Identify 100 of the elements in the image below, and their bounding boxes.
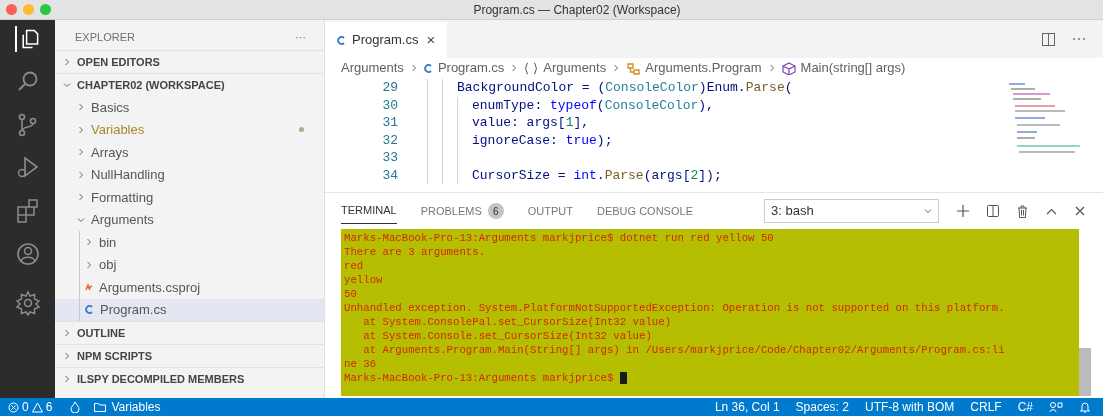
csharp-file-icon [337,35,346,45]
code-line: value: args[1], [472,114,590,132]
code-line: enumType: typeof(ConsoleColor), [472,96,714,115]
terminal-line: There are 3 arguments. [344,245,486,259]
panel-tab[interactable]: DEBUG CONSOLE [597,198,693,224]
split-terminal-icon[interactable] [987,205,999,217]
terminal-line: at Arguments.Program.Main(String[] args) in /Users/markjprice/Code/Chapter02/Arguments/Program.cs:li [362,343,1005,357]
minimize-window-button[interactable] [23,4,34,15]
chevron-right-icon[interactable] [63,375,71,383]
terminal-line: ne 36 [344,357,377,371]
chevron-right-icon[interactable] [85,238,93,247]
cube-icon [781,61,796,75]
line-number: 30 [381,96,398,115]
csharp-file-icon [85,305,94,315]
tree-item[interactable]: Basics [55,96,324,119]
class-icon [626,61,641,75]
chevron-right-icon[interactable] [767,64,776,72]
chevron-right-icon[interactable] [612,64,621,72]
sidebar-title: EXPLORER [75,29,135,45]
split-editor-icon[interactable] [1042,32,1055,46]
tree-item[interactable]: Formatting [55,186,324,209]
account-icon[interactable] [14,241,41,267]
feedback-icon[interactable] [1049,401,1063,413]
section-header[interactable]: CHAPTER02 (WORKSPACE) [55,73,324,96]
status-item[interactable]: C# [1017,398,1033,416]
section-header[interactable]: NPM SCRIPTS [55,344,324,367]
error-icon [8,401,19,413]
folder-icon [94,402,107,412]
terminal-line: 50 [344,287,357,301]
breadcrumb[interactable]: Arguments [524,58,607,78]
folder-status[interactable]: Variables [94,398,161,416]
breadcrumb[interactable]: Arguments [341,58,404,78]
line-number: 33 [381,149,398,167]
chevron-right-icon[interactable] [510,64,519,72]
panel-tab[interactable]: TERMINAL [341,198,397,224]
status-item[interactable]: Ln 36, Col 1 [714,398,780,416]
code-line: BackgroundColor = (ConsoleColor)Enum.Parse( [457,79,793,97]
close-icon[interactable] [1075,206,1085,216]
terminal-line: yellow [344,273,383,287]
panel-tab[interactable]: OUTPUT [527,198,573,224]
window-title: Program.cs — Chapter02 (Workspace) [473,1,681,19]
trash-icon[interactable] [1017,204,1028,218]
chevron-right-icon[interactable] [77,170,85,179]
extensions-icon[interactable] [14,198,41,224]
breadcrumb[interactable]: Arguments.Program [626,58,762,78]
csharp-file-icon [423,63,433,73]
zoom-window-button[interactable] [40,4,51,15]
close-window-button[interactable] [6,4,17,15]
bell-icon[interactable] [1079,401,1091,413]
section-header[interactable]: OUTLINE [55,321,324,344]
line-number: 32 [381,131,398,150]
chevron-right-icon[interactable] [77,103,85,112]
terminal-cursor [619,372,627,384]
tree-item[interactable]: Arrays [55,141,324,164]
chevron-up-icon[interactable] [1046,207,1057,215]
tree-item[interactable]: bin [55,231,324,254]
status-item[interactable]: Spaces: 2 [795,398,849,416]
chevron-right-icon[interactable] [77,193,85,202]
section-header[interactable]: OPEN EDITORS [55,50,324,73]
tree-item[interactable]: Program.cs [55,298,324,321]
chevron-right-icon[interactable] [63,329,71,337]
panel-tab[interactable]: PROBLEMS 6 [420,198,504,224]
editor-tab[interactable]: Program.cs × [325,22,448,58]
line-number: 31 [381,114,398,132]
terminal-line: Marks-MacBook-Pro-13:Arguments markjprice$ [344,371,615,385]
count-badge: 6 [487,203,504,219]
terminal-line: at System.Console.set_CursorSize(Int32 value) [362,329,652,343]
code-line: ignoreCase: true); [472,131,613,150]
chevron-right-icon[interactable] [409,64,418,72]
chevron-right-icon[interactable] [85,260,93,269]
section-header[interactable]: ILSPY DECOMPILED MEMBERS [55,367,324,390]
tree-item[interactable]: Arguments [55,208,324,231]
status-item[interactable]: CRLF [970,398,1002,416]
tree-item[interactable]: Arguments.csproj [55,276,324,299]
more-actions-button[interactable]: ··· [295,28,306,46]
line-number: 29 [381,79,398,97]
chevron-down-icon[interactable] [63,81,71,89]
chevron-right-icon[interactable] [77,148,85,157]
terminal-line: red [344,259,364,273]
chevron-right-icon[interactable] [63,352,71,360]
line-number: 34 [381,166,398,185]
tree-item[interactable]: obj [55,253,324,276]
warning-icon [31,401,43,413]
terminal-line: at System.ConsolePal.set_CursorSize(Int32 value) [362,315,672,329]
chevron-down-icon[interactable] [77,215,85,224]
tree-item[interactable]: NullHandling [55,163,324,186]
scrollbar-thumb[interactable] [1079,348,1091,396]
settings-icon[interactable] [14,290,41,316]
breadcrumb[interactable]: Main(string[] args) [781,58,906,78]
problems-status[interactable]: 0 6 [8,398,53,416]
terminal-line: Unhandled exception. System.PlatformNotSupportedException: Operation is not supported on this platform. [344,301,1005,315]
close-tab-button[interactable]: × [426,28,436,52]
breadcrumb[interactable]: Program.cs [423,58,505,78]
chevron-right-icon[interactable] [63,58,71,66]
chevron-down-icon[interactable] [924,207,932,215]
status-item[interactable]: UTF-8 with BOM [864,398,955,416]
files-icon[interactable] [14,26,41,52]
plus-icon[interactable] [957,205,969,217]
terminal-dropdown[interactable]: 3: bash [764,199,939,223]
chevron-right-icon[interactable] [77,125,85,134]
